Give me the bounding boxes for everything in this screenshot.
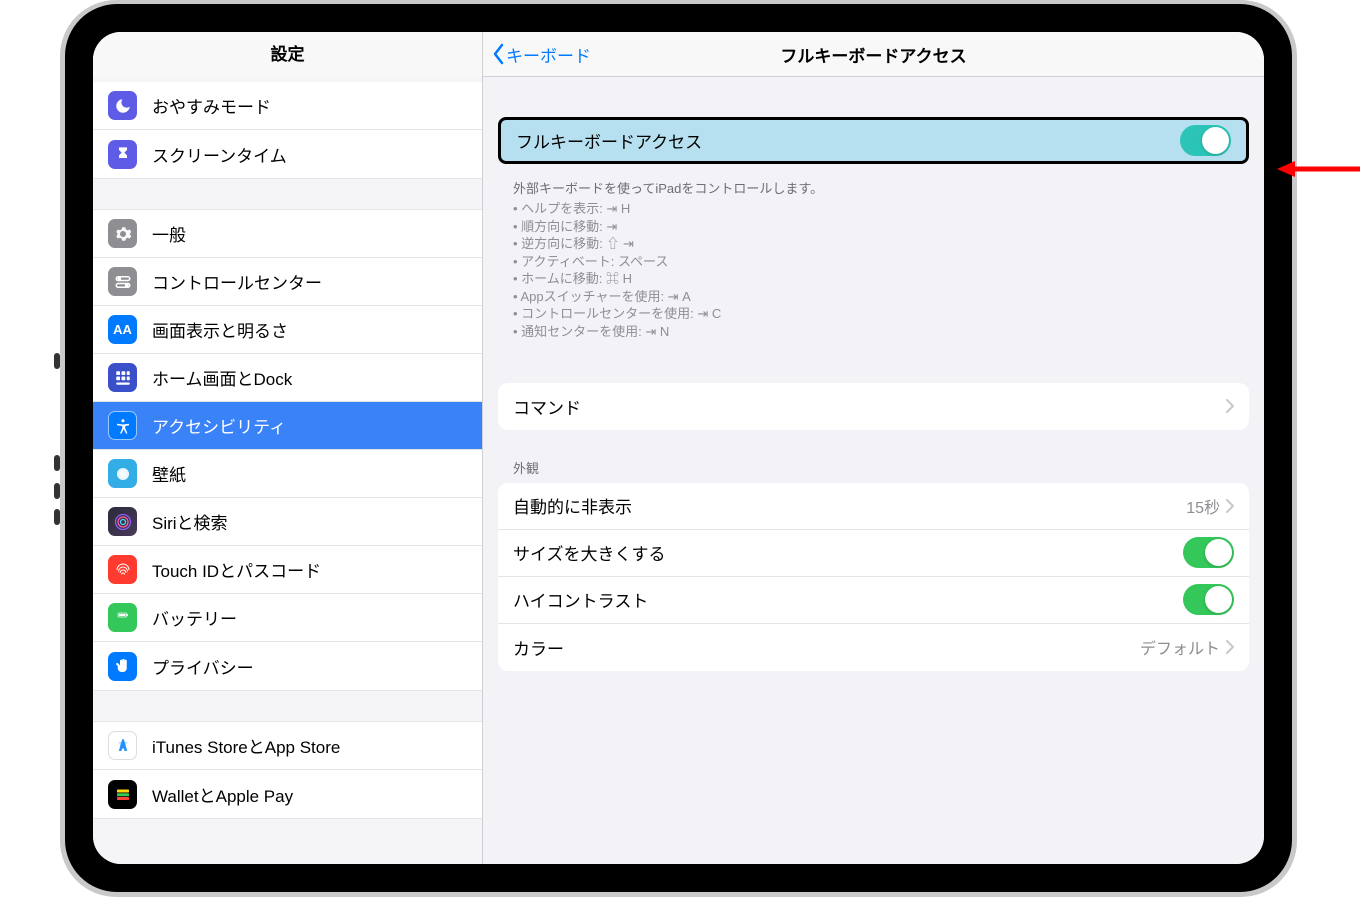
sidebar-list[interactable]: おやすみモード スクリーンタイム <box>93 77 482 864</box>
sidebar-item-screen-time[interactable]: スクリーンタイム <box>93 130 482 178</box>
annotation-arrow <box>1277 160 1360 178</box>
gear-icon <box>108 219 137 248</box>
appstore-icon <box>108 731 137 760</box>
sidebar-item-label: コントロールセンター <box>152 269 322 294</box>
sidebar-item-home-dock[interactable]: ホーム画面とDock <box>93 354 482 402</box>
cell-value: デフォルト <box>1140 635 1220 659</box>
moon-icon <box>108 91 137 120</box>
fingerprint-icon <box>108 555 137 584</box>
toggle-knob <box>1205 586 1232 613</box>
sidebar-item-label: Touch IDとパスコード <box>152 557 321 582</box>
shortcut-item: 通知センターを使用: ⇥ N <box>513 323 1234 341</box>
increase-size-row[interactable]: サイズを大きくする <box>498 530 1249 577</box>
sidebar-item-label: 一般 <box>152 221 186 246</box>
sidebar-item-display-brightness[interactable]: AA 画面表示と明るさ <box>93 306 482 354</box>
commands-group: コマンド <box>498 383 1249 430</box>
sidebar-item-label: 画面表示と明るさ <box>152 317 288 342</box>
shortcut-item: ヘルプを表示: ⇥ H <box>513 200 1234 218</box>
appearance-group: 自動的に非表示 15秒 サイズを大きくする ハイコントラスト <box>498 483 1249 671</box>
sidebar-item-battery[interactable]: バッテリー <box>93 594 482 642</box>
detail-header: キーボード フルキーボードアクセス <box>483 32 1264 77</box>
shortcut-item: 逆方向に移動: ⇧ ⇥ <box>513 235 1234 253</box>
chevron-right-icon <box>1226 640 1234 654</box>
full-keyboard-access-row[interactable]: フルキーボードアクセス <box>498 117 1249 164</box>
sidebar-item-label: 壁紙 <box>152 461 186 486</box>
cell-label: 自動的に非表示 <box>513 493 1186 518</box>
detail-body[interactable]: フルキーボードアクセス 外部キーボードを使ってiPadをコントロールします。 ヘ… <box>483 77 1264 864</box>
sidebar-item-do-not-disturb[interactable]: おやすみモード <box>93 82 482 130</box>
accessibility-icon <box>108 411 137 440</box>
shortcut-item: コントロールセンターを使用: ⇥ C <box>513 305 1234 323</box>
ipad-frame: 設定 おやすみモード スクリーンタイ <box>60 0 1297 897</box>
chevron-right-icon <box>1226 499 1234 513</box>
cell-label: ハイコントラスト <box>513 587 1183 612</box>
battery-icon <box>108 603 137 632</box>
sidebar-item-wallet-applepay[interactable]: WalletとApple Pay <box>93 770 482 818</box>
sidebar-item-touchid-passcode[interactable]: Touch IDとパスコード <box>93 546 482 594</box>
toggle-knob <box>1202 127 1229 154</box>
hourglass-icon <box>108 140 137 169</box>
auto-hide-row[interactable]: 自動的に非表示 15秒 <box>498 483 1249 530</box>
sidebar-item-label: アクセシビリティ <box>152 413 286 438</box>
detail-title: フルキーボードアクセス <box>483 42 1264 67</box>
chevron-left-icon <box>491 43 505 65</box>
home-grid-icon <box>108 363 137 392</box>
cell-label: カラー <box>513 635 1140 660</box>
full-keyboard-access-group: フルキーボードアクセス <box>498 117 1249 164</box>
appearance-header: 外観 <box>498 440 1249 483</box>
toggle-knob <box>1205 539 1232 566</box>
sidebar-item-control-center[interactable]: コントロールセンター <box>93 258 482 306</box>
siri-icon <box>108 507 137 536</box>
sidebar-item-label: ホーム画面とDock <box>152 365 292 390</box>
commands-row[interactable]: コマンド <box>498 383 1249 430</box>
sidebar-item-itunes-appstore[interactable]: iTunes StoreとApp Store <box>93 722 482 770</box>
switches-icon <box>108 267 137 296</box>
full-keyboard-access-toggle[interactable] <box>1180 125 1231 156</box>
hand-icon <box>108 652 137 681</box>
chevron-right-icon <box>1226 399 1234 413</box>
footer-lead: 外部キーボードを使ってiPadをコントロールします。 <box>513 180 1234 198</box>
sidebar-item-label: おやすみモード <box>152 93 271 118</box>
sidebar-item-privacy[interactable]: プライバシー <box>93 642 482 690</box>
ipad-bezel: 設定 おやすみモード スクリーンタイ <box>65 4 1292 892</box>
sidebar-item-wallpaper[interactable]: 壁紙 <box>93 450 482 498</box>
sidebar-group-2: 一般 コントロールセンター AA 画面表示と明るさ <box>93 209 482 691</box>
sidebar-item-label: スクリーンタイム <box>152 142 287 167</box>
sidebar-item-label: iTunes StoreとApp Store <box>152 733 340 758</box>
sidebar-item-label: Siriと検索 <box>152 509 228 534</box>
high-contrast-toggle[interactable] <box>1183 584 1234 615</box>
sidebar-group-3: iTunes StoreとApp Store WalletとApple Pay <box>93 721 482 819</box>
settings-sidebar: 設定 おやすみモード スクリーンタイ <box>93 32 483 864</box>
text-size-icon: AA <box>108 315 137 344</box>
keyboard-shortcuts-note: 外部キーボードを使ってiPadをコントロールします。 ヘルプを表示: ⇥ H 順… <box>498 174 1249 361</box>
shortcut-list: ヘルプを表示: ⇥ H 順方向に移動: ⇥ 逆方向に移動: ⇧ ⇥ アクティベー… <box>513 200 1234 340</box>
shortcut-item: 順方向に移動: ⇥ <box>513 218 1234 236</box>
detail-panel: キーボード フルキーボードアクセス フルキーボードアクセス <box>483 32 1264 864</box>
cell-value: 15秒 <box>1186 494 1220 518</box>
cell-label: サイズを大きくする <box>513 540 1183 565</box>
sidebar-item-label: WalletとApple Pay <box>152 782 293 807</box>
sidebar-item-siri-search[interactable]: Siriと検索 <box>93 498 482 546</box>
back-label: キーボード <box>506 42 591 67</box>
wallet-icon <box>108 780 137 809</box>
shortcut-item: アクティベート: スペース <box>513 253 1234 271</box>
shortcut-item: Appスイッチャーを使用: ⇥ A <box>513 288 1234 306</box>
sidebar-item-label: プライバシー <box>152 654 254 679</box>
sidebar-group-1: おやすみモード スクリーンタイム <box>93 82 482 179</box>
high-contrast-row[interactable]: ハイコントラスト <box>498 577 1249 624</box>
cell-label: フルキーボードアクセス <box>516 128 1180 153</box>
sidebar-item-accessibility[interactable]: アクセシビリティ <box>93 402 482 450</box>
sidebar-item-general[interactable]: 一般 <box>93 210 482 258</box>
color-row[interactable]: カラー デフォルト <box>498 624 1249 671</box>
sidebar-item-label: バッテリー <box>152 605 237 630</box>
cell-label: コマンド <box>513 394 1226 419</box>
increase-size-toggle[interactable] <box>1183 537 1234 568</box>
sidebar-title: 設定 <box>93 32 482 77</box>
wallpaper-icon <box>108 459 137 488</box>
ipad-screen: 設定 おやすみモード スクリーンタイ <box>93 32 1264 864</box>
back-button[interactable]: キーボード <box>483 42 591 67</box>
shortcut-item: ホームに移動: ⌘ H <box>513 270 1234 288</box>
